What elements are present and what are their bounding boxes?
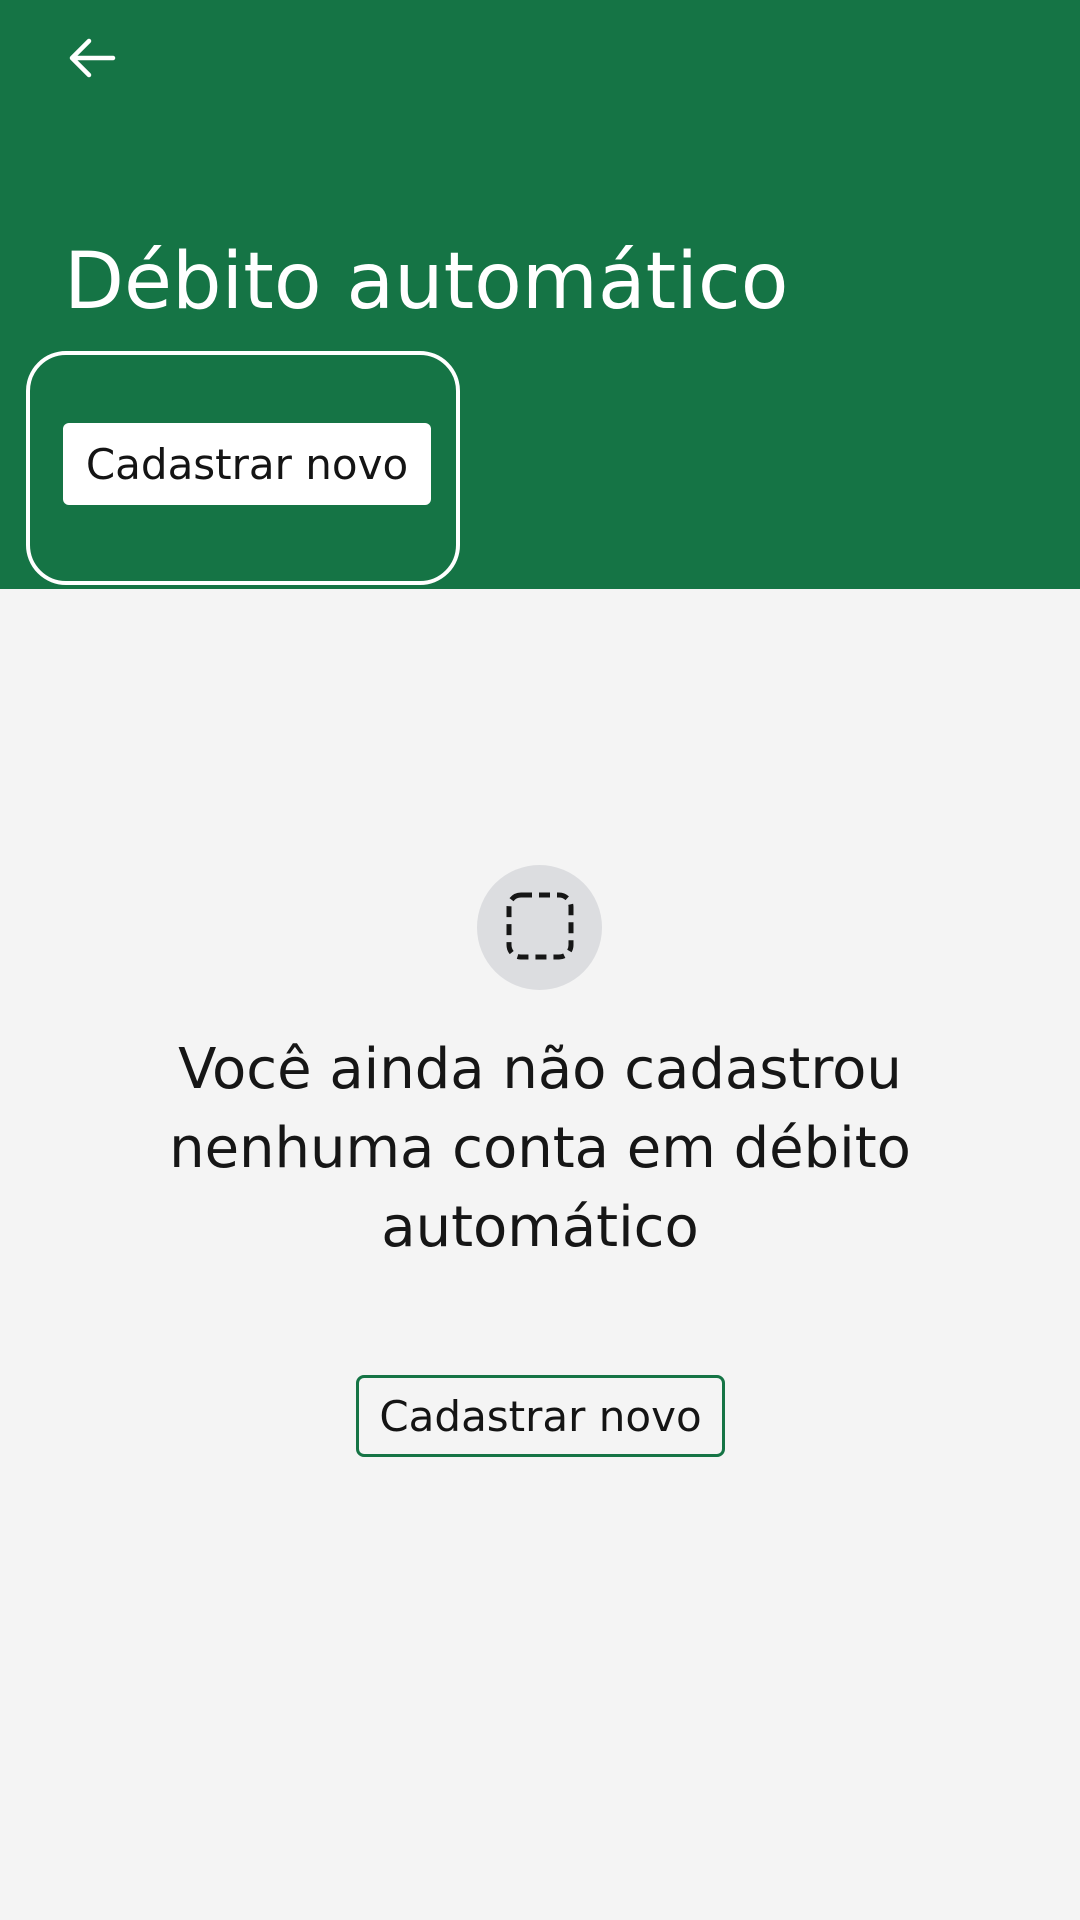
arrow-left-icon (67, 38, 117, 82)
empty-state-icon-circle (477, 865, 602, 990)
app-header: Débito automático Cadastrar novo (0, 0, 1080, 589)
back-button[interactable] (56, 24, 128, 96)
register-new-outline-button[interactable]: Cadastrar novo (356, 1375, 725, 1457)
register-new-button[interactable]: Cadastrar novo (63, 423, 431, 505)
page-title: Débito automático (64, 237, 789, 327)
dashed-square-icon (506, 892, 574, 964)
empty-state-message: Você ainda não cadastrou nenhuma conta e… (169, 1037, 911, 1260)
